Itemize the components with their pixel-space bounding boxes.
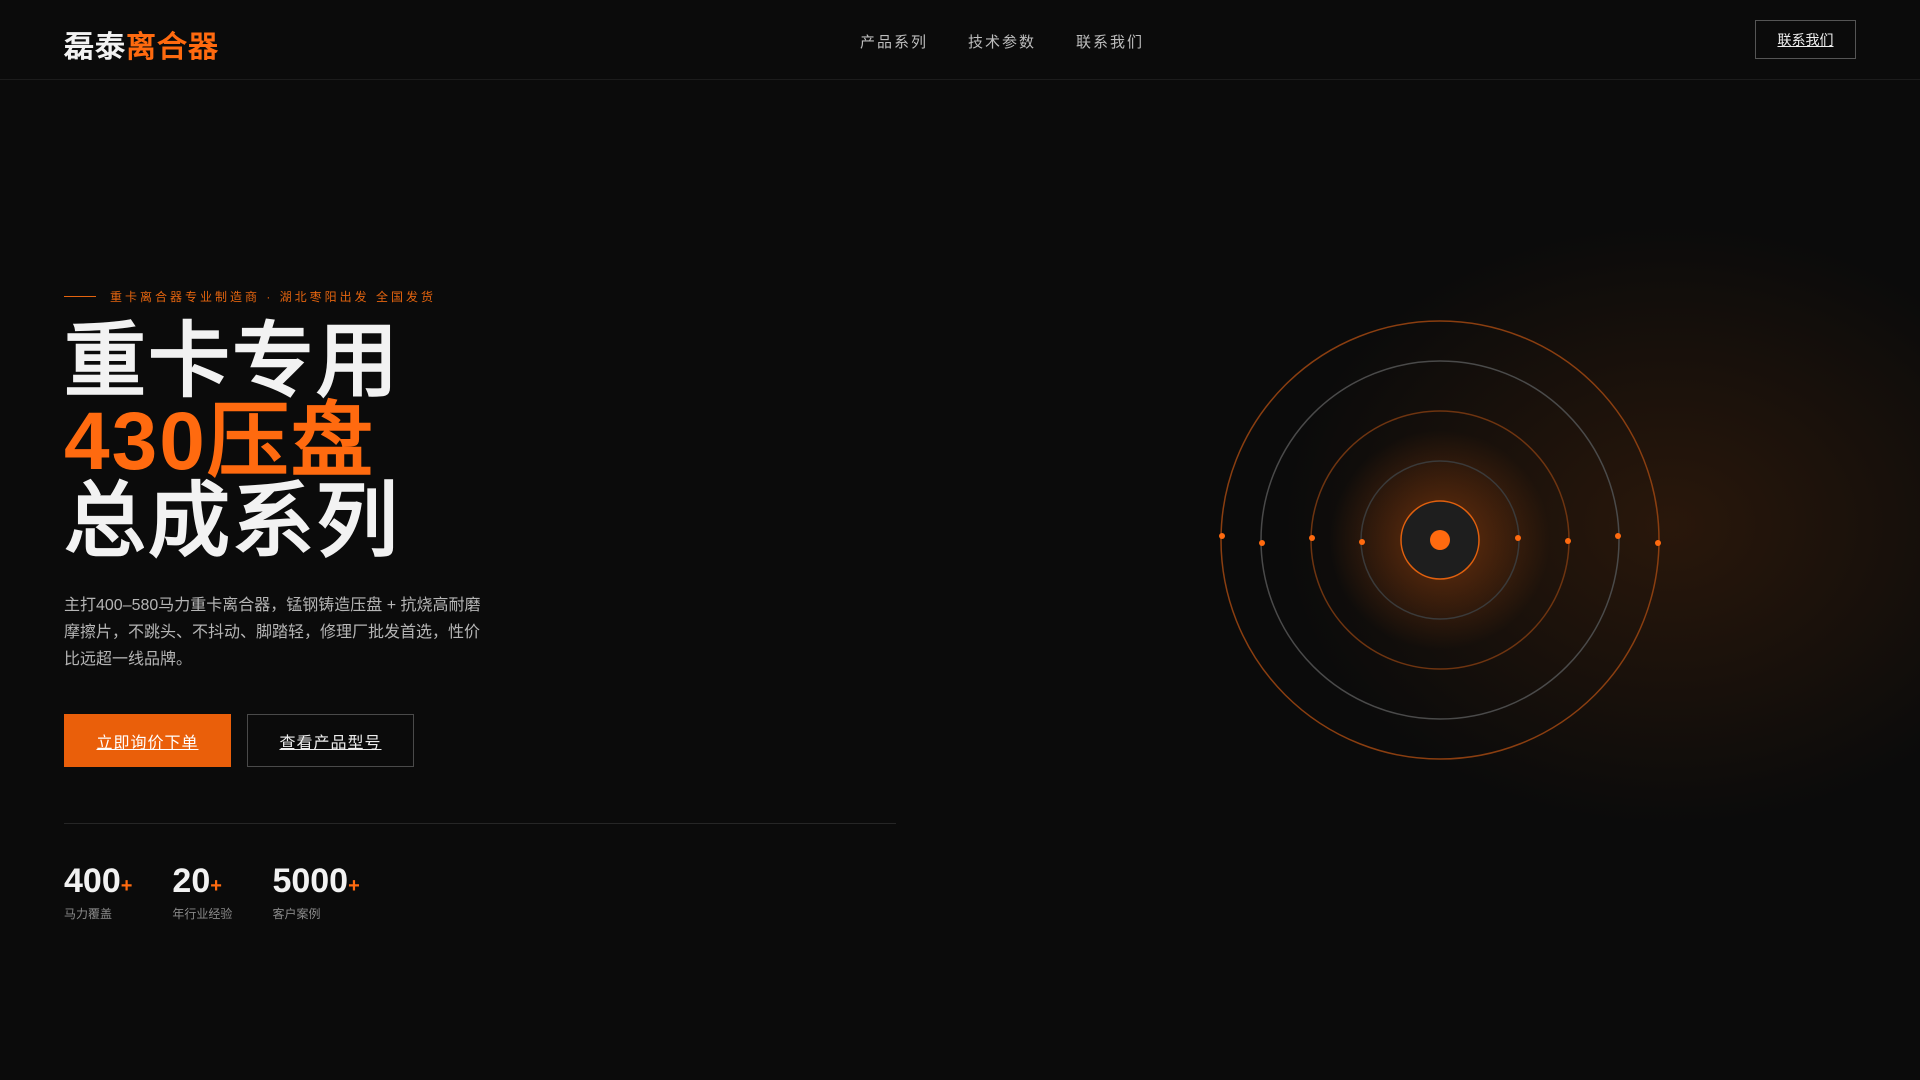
stat-value: 5000 xyxy=(272,862,349,900)
nav-contact[interactable]: 联系我们 xyxy=(1076,31,1144,52)
stat-label: 年行业经验 xyxy=(172,907,233,921)
orbit-dot xyxy=(1515,535,1521,541)
stat-label: 客户案例 xyxy=(272,907,321,921)
stat-experience: 20+ 年行业经验 xyxy=(172,862,232,922)
orbit-dot xyxy=(1309,535,1315,541)
clutch-rings-graphic xyxy=(1219,320,1661,760)
hero-description: 主打400–580马力重卡离合器，锰钢铸造压盘 + 抗烧高耐磨摩擦片，不跳头、不… xyxy=(64,597,481,668)
stat-value: 400 xyxy=(64,862,121,900)
stat-suffix: + xyxy=(120,875,133,897)
stat-suffix: + xyxy=(210,875,222,897)
inquiry-order-button[interactable]: 立即询价下单 xyxy=(64,714,231,767)
orbit-dot xyxy=(1615,533,1621,539)
orbit-dot xyxy=(1219,533,1225,539)
orbit-dot xyxy=(1565,538,1571,544)
brand-logo[interactable]: 磊泰离合器 xyxy=(64,22,219,66)
orbit-dot xyxy=(1359,539,1365,545)
orbit-dot xyxy=(1655,540,1661,546)
center-dot xyxy=(1430,530,1450,550)
stat-value: 20 xyxy=(172,862,211,900)
stat-label: 马力覆盖 xyxy=(64,907,113,921)
tagline-line xyxy=(64,296,96,297)
top-nav-bar: 磊泰离合器 产品系列 技术参数 联系我们 联系我们 xyxy=(0,0,1920,80)
nav-specs[interactable]: 技术参数 xyxy=(968,31,1036,52)
brand-name-part1: 磊泰 xyxy=(64,31,126,64)
title-line-2: 430压盘 xyxy=(64,396,375,487)
hero-tagline: 重卡离合器专业制造商 · 湖北枣阳出发 全国发货 xyxy=(64,288,436,305)
tagline-text: 重卡离合器专业制造商 · 湖北枣阳出发 全国发货 xyxy=(110,290,436,304)
nav-products[interactable]: 产品系列 xyxy=(860,31,928,52)
header-contact-button[interactable]: 联系我们 xyxy=(1755,20,1856,59)
divider xyxy=(64,823,896,824)
title-line-1: 重卡专用 xyxy=(64,316,401,407)
main-nav: 产品系列 技术参数 联系我们 xyxy=(860,31,1144,52)
stat-horsepower: 400+ 马力覆盖 xyxy=(64,862,132,922)
stats-row: 400+ 马力覆盖 20+ 年行业经验 5000+ 客户案例 xyxy=(64,862,360,922)
stat-customers: 5000+ 客户案例 xyxy=(272,862,359,922)
hero-title: 重卡专用 430压盘 总成系列 xyxy=(64,316,401,567)
brand-name-part2: 离合器 xyxy=(126,31,219,64)
title-line-3: 总成系列 xyxy=(64,476,401,567)
view-models-button[interactable]: 查看产品型号 xyxy=(247,714,414,767)
stat-suffix: + xyxy=(348,875,360,897)
orbit-dot xyxy=(1259,540,1265,546)
